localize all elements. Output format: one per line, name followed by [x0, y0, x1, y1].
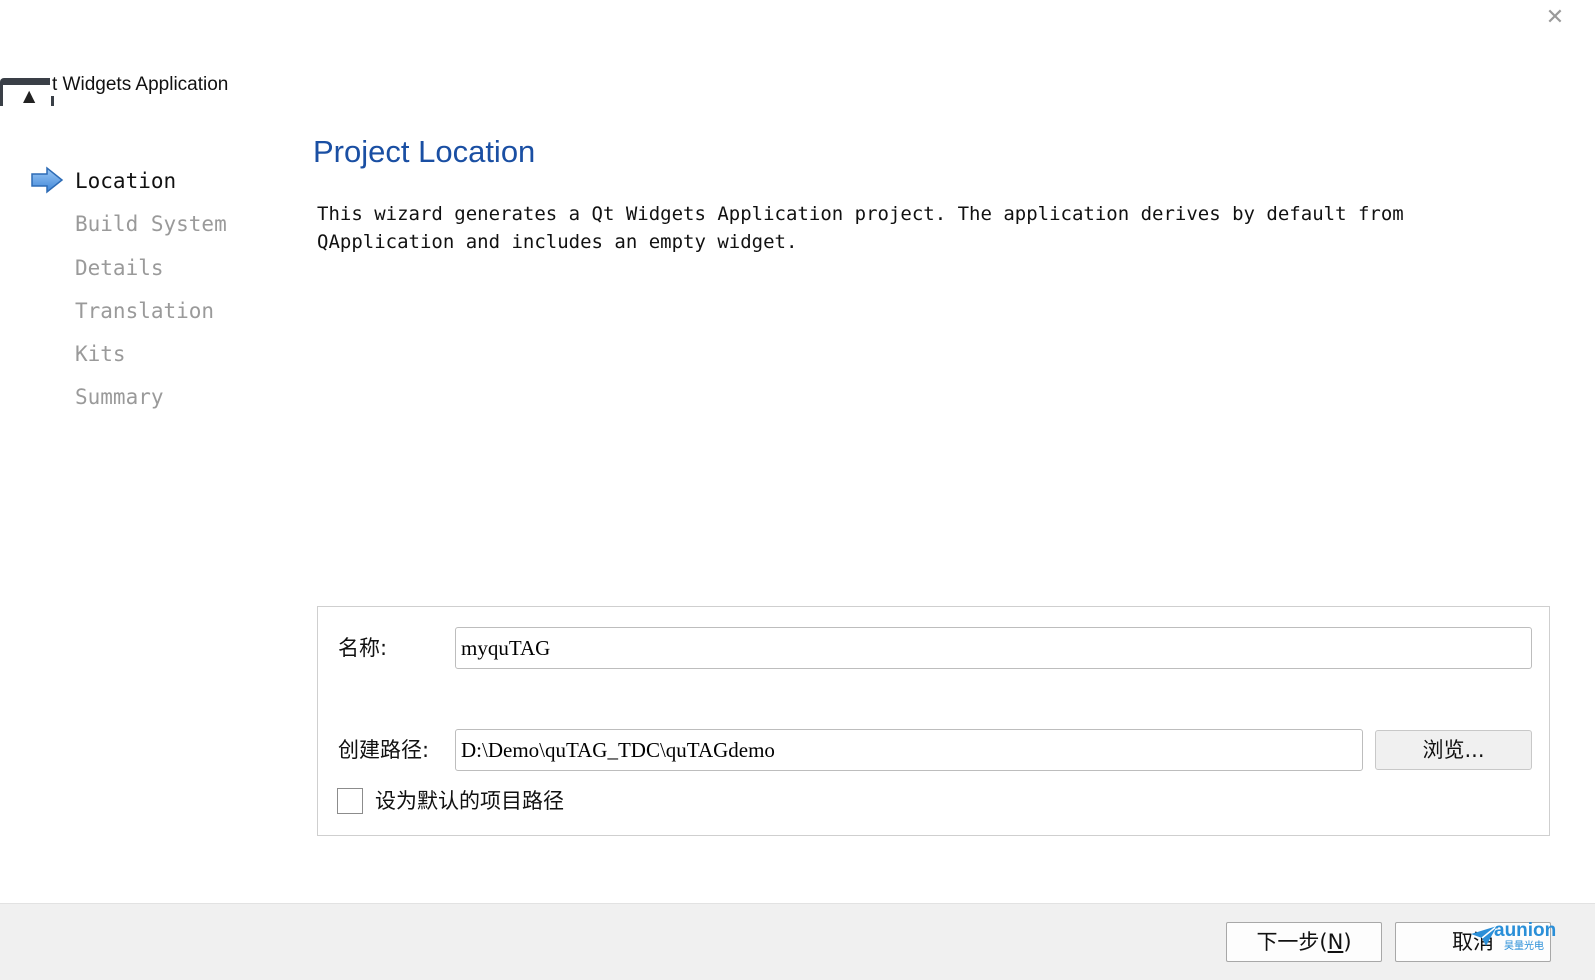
wizard-steps: Location Build System Details Translatio…: [30, 162, 290, 422]
watermark-subtext: 昊量光电: [1504, 941, 1544, 952]
step-label: Kits: [75, 342, 126, 367]
name-label: 名称:: [338, 636, 388, 660]
browse-button[interactable]: 浏览...: [1375, 730, 1532, 770]
watermark-text: aunion: [1494, 920, 1557, 941]
wizard-footer: 下一步(N) 取消: [0, 903, 1595, 980]
step-build-system: Build System: [30, 205, 290, 248]
next-mnemonic: N: [1327, 930, 1344, 954]
next-button-label: 下一步(: [1256, 930, 1328, 954]
step-details: Details: [30, 249, 290, 292]
default-path-checkbox-label: 设为默认的项目路径: [375, 789, 564, 813]
name-input[interactable]: myquTAG: [455, 627, 1532, 669]
step-kits: Kits: [30, 335, 290, 378]
step-label: Location: [75, 169, 177, 193]
step-summary: Summary: [30, 378, 290, 421]
step-label: Details: [75, 255, 164, 280]
app-title: t Widgets Application: [50, 74, 229, 96]
arrow-right-icon: [31, 166, 64, 194]
close-icon[interactable]: ✕: [1545, 7, 1565, 29]
default-path-checkbox[interactable]: [337, 788, 363, 814]
step-label: Summary: [75, 385, 164, 410]
step-label: Translation: [75, 298, 215, 323]
step-translation: Translation: [30, 292, 290, 335]
step-label: Build System: [75, 212, 227, 237]
location-form: 名称: myquTAG 创建路径: D:\Demo\quTAG_TDC\quTA…: [317, 606, 1550, 836]
next-button[interactable]: 下一步(N): [1226, 922, 1382, 962]
step-location: Location: [30, 162, 290, 205]
widgets-application-icon: ▲: [0, 78, 54, 106]
description-line: This wizard generates a Qt Widgets Appli…: [317, 203, 1404, 225]
path-label: 创建路径:: [338, 738, 430, 762]
page-title: Project Location: [313, 134, 536, 169]
wizard-description: This wizard generates a Qt Widgets Appli…: [317, 200, 1537, 256]
path-input[interactable]: D:\Demo\quTAG_TDC\quTAGdemo: [455, 729, 1363, 771]
description-line: QApplication and includes an empty widge…: [317, 231, 798, 253]
aunion-watermark-logo: aunion 昊量光电: [1470, 920, 1580, 960]
next-button-label-end: ): [1343, 930, 1352, 954]
app-header: ▲ t Widgets Application: [0, 74, 300, 110]
